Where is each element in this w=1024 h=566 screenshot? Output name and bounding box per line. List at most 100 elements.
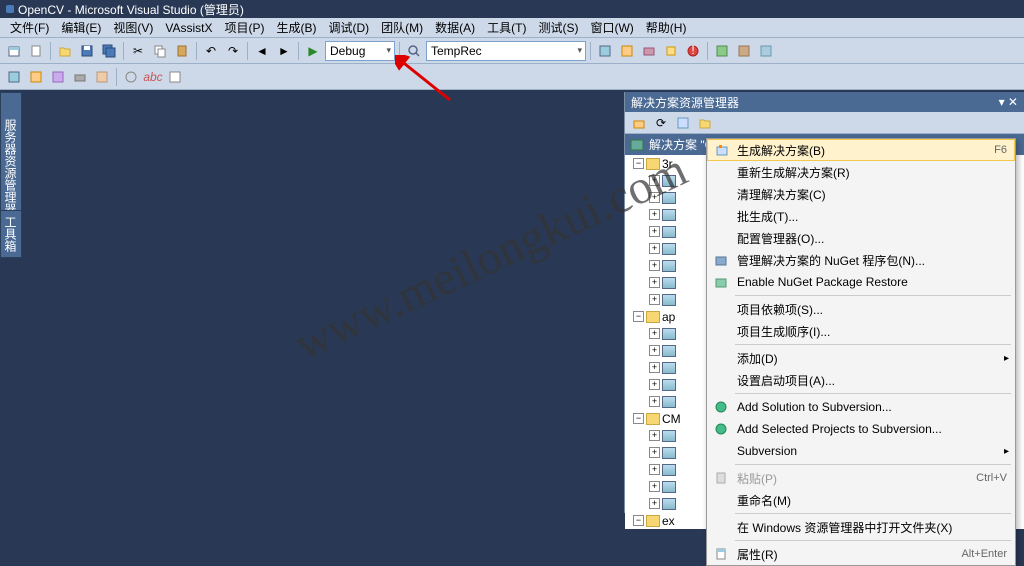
- tb2-btn6[interactable]: [121, 67, 141, 87]
- ext2-button[interactable]: [734, 41, 754, 61]
- menu-team[interactable]: 团队(M): [375, 17, 429, 38]
- error-list-button[interactable]: !: [683, 41, 703, 61]
- expand-icon[interactable]: +: [649, 447, 660, 458]
- tree-label: ap: [662, 310, 675, 324]
- expand-icon[interactable]: +: [649, 328, 660, 339]
- server-explorer-label: 服务器资源管理器: [3, 119, 17, 215]
- cm-svn-add-projects[interactable]: Add Selected Projects to Subversion...: [707, 418, 1015, 440]
- expand-icon[interactable]: +: [649, 430, 660, 441]
- menu-edit[interactable]: 编辑(E): [55, 17, 107, 38]
- toolbox-tab[interactable]: 工具箱: [0, 210, 22, 258]
- menu-separator: [735, 344, 1011, 345]
- cm-project-deps[interactable]: 项目依赖项(S)...: [707, 298, 1015, 320]
- expand-icon[interactable]: +: [649, 226, 660, 237]
- expand-icon[interactable]: +: [649, 277, 660, 288]
- config-dropdown[interactable]: Debug: [325, 41, 395, 61]
- cm-shortcut: Alt+Enter: [961, 548, 1007, 560]
- menu-file[interactable]: 文件(F): [4, 17, 55, 38]
- menu-build[interactable]: 生成(B): [270, 17, 322, 38]
- cm-open-in-explorer[interactable]: 在 Windows 资源管理器中打开文件夹(X): [707, 516, 1015, 538]
- find-button[interactable]: [404, 41, 424, 61]
- cm-batch-build[interactable]: 批生成(T)...: [707, 205, 1015, 227]
- expand-icon[interactable]: +: [649, 464, 660, 475]
- menu-vassistx[interactable]: VAssistX: [159, 19, 218, 37]
- expand-icon[interactable]: +: [649, 481, 660, 492]
- cm-set-startup[interactable]: 设置启动项目(A)...: [707, 369, 1015, 391]
- tb2-btn4[interactable]: [70, 67, 90, 87]
- cm-config-manager[interactable]: 配置管理器(O)...: [707, 227, 1015, 249]
- menu-bar: 文件(F) 编辑(E) 视图(V) VAssistX 项目(P) 生成(B) 调…: [0, 18, 1024, 38]
- tb2-btn2[interactable]: [26, 67, 46, 87]
- open-button[interactable]: [55, 41, 75, 61]
- cm-build-solution[interactable]: 生成解决方案(B) F6: [707, 139, 1015, 161]
- menu-window[interactable]: 窗口(W): [584, 17, 639, 38]
- folder-icon: [646, 158, 660, 170]
- undo-button[interactable]: ↶: [201, 41, 221, 61]
- save-all-button[interactable]: [99, 41, 119, 61]
- cm-rebuild-solution[interactable]: 重新生成解决方案(R): [707, 161, 1015, 183]
- tb2-btn5[interactable]: [92, 67, 112, 87]
- nav-fwd-button[interactable]: ►: [274, 41, 294, 61]
- cm-label: 生成解决方案(B): [737, 142, 825, 159]
- expand-icon[interactable]: +: [649, 243, 660, 254]
- paste-button[interactable]: [172, 41, 192, 61]
- platform-dropdown[interactable]: TempRec: [426, 41, 586, 61]
- solution-explorer-button[interactable]: [595, 41, 615, 61]
- cm-svn-add-solution[interactable]: Add Solution to Subversion...: [707, 396, 1015, 418]
- expand-icon[interactable]: +: [649, 498, 660, 509]
- cm-clean-solution[interactable]: 清理解决方案(C): [707, 183, 1015, 205]
- menu-view[interactable]: 视图(V): [107, 17, 159, 38]
- project-icon: [662, 209, 676, 221]
- properties-button[interactable]: [617, 41, 637, 61]
- menu-data[interactable]: 数据(A): [429, 17, 481, 38]
- menu-tools[interactable]: 工具(T): [481, 17, 532, 38]
- expand-icon[interactable]: +: [649, 260, 660, 271]
- sp-home-button[interactable]: [629, 113, 649, 133]
- cm-manage-nuget[interactable]: 管理解决方案的 NuGet 程序包(N)...: [707, 249, 1015, 271]
- save-button[interactable]: [77, 41, 97, 61]
- expand-icon[interactable]: +: [649, 345, 660, 356]
- class-view-button[interactable]: [661, 41, 681, 61]
- tb2-btn7[interactable]: abc: [143, 67, 163, 87]
- start-debug-button[interactable]: ▶: [303, 41, 323, 61]
- expand-icon[interactable]: +: [649, 362, 660, 373]
- cm-properties[interactable]: 属性(R) Alt+Enter: [707, 543, 1015, 565]
- menu-debug[interactable]: 调试(D): [322, 17, 375, 38]
- toolbox-button[interactable]: [639, 41, 659, 61]
- menu-test[interactable]: 测试(S): [532, 17, 584, 38]
- cm-subversion[interactable]: Subversion: [707, 440, 1015, 462]
- collapse-icon[interactable]: −: [633, 413, 644, 424]
- sp-refresh-button[interactable]: ⟳: [651, 113, 671, 133]
- cut-button[interactable]: ✂: [128, 41, 148, 61]
- cm-add[interactable]: 添加(D): [707, 347, 1015, 369]
- nav-back-button[interactable]: ◄: [252, 41, 272, 61]
- expand-icon[interactable]: +: [649, 379, 660, 390]
- add-item-button[interactable]: [26, 41, 46, 61]
- expand-icon[interactable]: +: [649, 294, 660, 305]
- cm-build-order[interactable]: 项目生成顺序(I)...: [707, 320, 1015, 342]
- collapse-icon[interactable]: −: [633, 311, 644, 322]
- menu-separator: [735, 540, 1011, 541]
- copy-button[interactable]: [150, 41, 170, 61]
- platform-value: TempRec: [431, 44, 482, 58]
- redo-button[interactable]: ↷: [223, 41, 243, 61]
- tb2-btn3[interactable]: [48, 67, 68, 87]
- cm-nuget-restore[interactable]: Enable NuGet Package Restore: [707, 271, 1015, 293]
- sp-props-button[interactable]: [695, 113, 715, 133]
- sp-showall-button[interactable]: [673, 113, 693, 133]
- menu-project[interactable]: 项目(P): [218, 17, 270, 38]
- ext1-button[interactable]: [712, 41, 732, 61]
- expand-icon[interactable]: +: [649, 209, 660, 220]
- collapse-icon[interactable]: −: [633, 158, 644, 169]
- expand-icon[interactable]: +: [649, 175, 660, 186]
- new-project-button[interactable]: [4, 41, 24, 61]
- tb2-btn1[interactable]: [4, 67, 24, 87]
- expand-icon[interactable]: +: [649, 192, 660, 203]
- expand-icon[interactable]: +: [649, 396, 660, 407]
- menu-help[interactable]: 帮助(H): [640, 17, 693, 38]
- ext3-button[interactable]: [756, 41, 776, 61]
- panel-close-icon[interactable]: ▾ ✕: [999, 95, 1018, 109]
- cm-rename[interactable]: 重命名(M): [707, 489, 1015, 511]
- collapse-icon[interactable]: −: [633, 515, 644, 526]
- tb2-btn8[interactable]: [165, 67, 185, 87]
